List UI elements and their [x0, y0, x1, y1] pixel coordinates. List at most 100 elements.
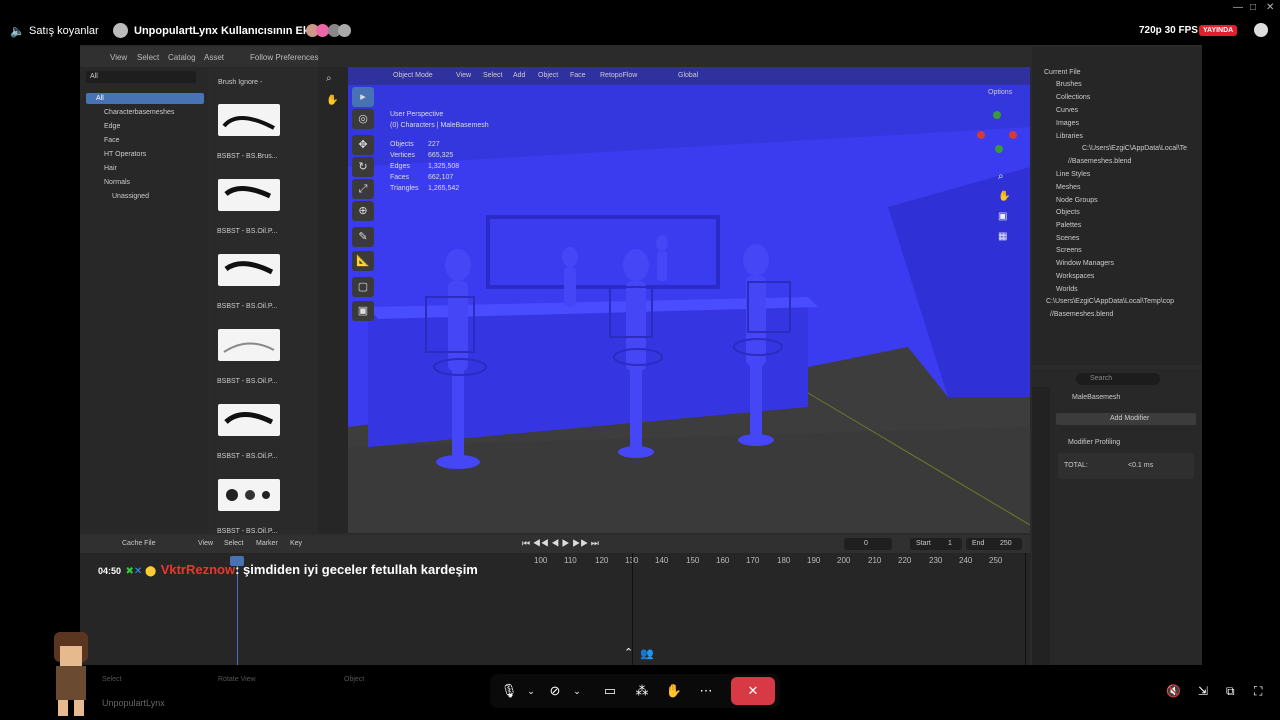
extrude-tool-icon[interactable]: ▣ — [352, 301, 374, 321]
chat-username[interactable]: VktrReznow — [161, 562, 235, 577]
cursor-tool-icon[interactable]: ◎ — [352, 109, 374, 129]
outliner-item[interactable]: Brushes — [1056, 81, 1082, 88]
rotate-tool-icon[interactable]: ↻ — [352, 157, 374, 177]
add-cube-tool-icon[interactable]: ▢ — [352, 277, 374, 297]
search-icon[interactable]: ⌕ — [326, 73, 332, 84]
follow-preferences[interactable]: Follow Preferences — [250, 53, 318, 62]
outliner-item[interactable]: Line Styles — [1056, 171, 1090, 178]
start-frame-field[interactable]: Start 1 — [910, 538, 962, 550]
camera-icon[interactable]: ▣ — [998, 211, 1007, 222]
stat-value: 227 — [428, 141, 440, 148]
people-icon[interactable]: 👥 — [640, 647, 654, 660]
move-tool-icon[interactable]: ✥ — [352, 135, 374, 155]
filter-dropdown[interactable]: All — [86, 71, 196, 83]
outliner-item[interactable]: Screens — [1056, 247, 1082, 254]
catalog-item[interactable]: Edge — [104, 123, 120, 130]
tick-label: 250 — [989, 556, 1003, 565]
maximize-icon[interactable]: □ — [1250, 2, 1256, 13]
end-frame-field[interactable]: End 250 — [966, 538, 1022, 550]
chevron-up-icon[interactable]: ⌃ — [624, 646, 633, 659]
catalog-item[interactable]: Unassigned — [112, 193, 149, 200]
viewport[interactable]: Object Mode View Select Add Object Face … — [348, 67, 1030, 533]
outliner-item[interactable]: //Basemeshes.blend — [1050, 311, 1113, 318]
measure-tool-icon[interactable]: 📐 — [352, 251, 374, 271]
cache-file-dropdown[interactable]: Cache File — [122, 540, 155, 547]
catalog-item-all[interactable]: All — [86, 93, 204, 104]
catalog-item[interactable]: Normals — [104, 179, 130, 186]
mute-stream-icon[interactable]: 🔇 — [1166, 684, 1181, 698]
catalog-panel: All All Characterbasemeshes Edge Face HT… — [80, 67, 208, 533]
zoom-icon[interactable]: ⌕ — [998, 171, 1004, 182]
vp-menu-face[interactable]: Face — [570, 72, 586, 79]
picture-in-picture-icon[interactable]: ⧉ — [1226, 684, 1235, 699]
pan-icon[interactable]: ✋ — [998, 191, 1010, 202]
vp-menu-object[interactable]: Object — [538, 72, 558, 79]
vp-menu-select[interactable]: Select — [483, 72, 502, 79]
select-tool-icon[interactable]: ▸ — [352, 87, 374, 107]
outliner-item[interactable]: Workspaces — [1056, 273, 1094, 280]
tl-menu-key[interactable]: Key — [290, 540, 302, 547]
outliner-item[interactable]: Node Groups — [1056, 197, 1098, 204]
catalog-item[interactable]: Hair — [104, 165, 117, 172]
menu-select[interactable]: Select — [137, 53, 159, 62]
vp-menu-view[interactable]: View — [456, 72, 471, 79]
tl-menu-view[interactable]: View — [198, 540, 213, 547]
stat-value: 1,325,508 — [428, 163, 460, 170]
outliner-item[interactable]: C:\Users\EzgiC\AppData\Local\Temp\cop — [1046, 298, 1174, 305]
mic-chevron-icon[interactable]: ⌄ — [518, 680, 544, 702]
grid-icon[interactable]: ▦ — [998, 231, 1007, 242]
catalog-item[interactable]: HT Operators — [104, 151, 146, 158]
tick-label: 120 — [595, 556, 609, 565]
transform-tool-icon[interactable]: ⊕ — [352, 201, 374, 221]
vp-menu-add[interactable]: Add — [513, 72, 525, 79]
more-icon[interactable]: ⋯ — [693, 680, 719, 702]
pop-out-icon[interactable]: ⇲ — [1198, 684, 1208, 698]
transform-orientation[interactable]: Global — [678, 72, 698, 79]
stat-label: Faces — [390, 174, 410, 181]
username-bottom: UnpopulartLynx — [102, 698, 165, 708]
outliner-title: Current File — [1044, 69, 1081, 76]
screen-share-icon[interactable]: ▭ — [597, 680, 623, 702]
menu-view[interactable]: View — [110, 53, 127, 62]
playback-controls[interactable]: ⏮ ◀◀ ◀ ▶ ▶▶ ⏭ — [522, 538, 599, 549]
axis-gizmo[interactable] — [973, 109, 1019, 155]
annotate-tool-icon[interactable]: ✎ — [352, 227, 374, 247]
outliner-item[interactable]: Worlds — [1056, 286, 1078, 293]
object-mode-dropdown[interactable]: Object Mode — [393, 72, 433, 79]
activities-icon[interactable]: ⁂ — [629, 680, 655, 702]
outliner-item[interactable]: Curves — [1056, 107, 1078, 114]
speaker-icon[interactable]: 🔈 — [10, 24, 25, 38]
outliner-item[interactable]: Libraries — [1056, 133, 1083, 140]
outliner-item[interactable]: Objects — [1056, 209, 1080, 216]
catalog-item[interactable]: Characterbasemeshes — [104, 109, 174, 116]
outliner-item[interactable]: Meshes — [1056, 184, 1081, 191]
outliner-item[interactable]: Palettes — [1056, 222, 1081, 229]
tl-menu-select[interactable]: Select — [224, 540, 243, 547]
end-call-button[interactable]: ✕ — [731, 677, 775, 705]
outliner-item[interactable]: //Basemeshes.blend — [1068, 158, 1131, 165]
hand-icon[interactable]: ✋ — [326, 95, 338, 106]
current-frame-field[interactable]: 0 — [844, 538, 892, 550]
menu-catalog[interactable]: Catalog — [168, 53, 196, 62]
minimize-icon[interactable]: — — [1233, 2, 1243, 13]
outliner-item[interactable]: Window Managers — [1056, 260, 1114, 267]
tl-menu-marker[interactable]: Marker — [256, 540, 278, 547]
scale-tool-icon[interactable]: ⤢ — [352, 179, 374, 199]
outliner-item[interactable]: Images — [1056, 120, 1079, 127]
add-modifier-button[interactable]: Add Modifier — [1056, 413, 1196, 425]
outliner-item[interactable]: Collections — [1056, 94, 1090, 101]
menu-asset[interactable]: Asset — [204, 53, 224, 62]
property-tabs — [1032, 387, 1050, 665]
soundboard-icon[interactable]: ✋ — [661, 680, 687, 702]
options-button[interactable]: Options — [988, 89, 1012, 96]
close-icon[interactable]: ✕ — [1266, 2, 1274, 13]
chat-bubble-icon[interactable] — [1254, 23, 1268, 37]
props-search-input[interactable]: Search — [1076, 373, 1160, 385]
catalog-item[interactable]: Face — [104, 137, 120, 144]
fullscreen-icon[interactable]: ⛶ — [1254, 684, 1262, 699]
modifier-profiling-header[interactable]: Modifier Profiling — [1068, 439, 1120, 446]
vp-menu-retopoflow[interactable]: RetopoFlow — [600, 72, 637, 79]
camera-chevron-icon[interactable]: ⌄ — [564, 680, 590, 702]
outliner-item[interactable]: C:\Users\EzgiC\AppData\Local\Te — [1082, 145, 1187, 152]
outliner-item[interactable]: Scenes — [1056, 235, 1079, 242]
